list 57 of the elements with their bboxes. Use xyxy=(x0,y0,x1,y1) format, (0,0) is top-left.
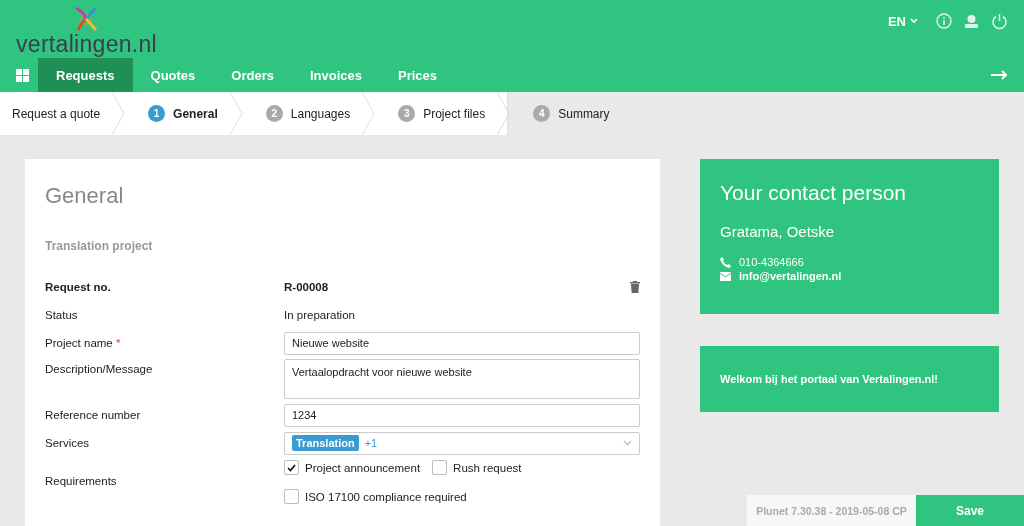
required-mark: * xyxy=(115,337,121,349)
step-number: 2 xyxy=(265,105,283,122)
field-label: Services xyxy=(45,437,91,449)
checkbox[interactable] xyxy=(284,460,299,475)
apps-grid-icon[interactable] xyxy=(15,68,29,82)
services-select[interactable]: Translation +1 xyxy=(284,431,640,455)
service-tag: Translation xyxy=(292,435,359,451)
wizard-step[interactable]: Project files xyxy=(423,106,486,121)
field-label: Project name * xyxy=(45,337,122,349)
step-number: 4 xyxy=(533,105,551,122)
version-label: Plunet 7.30.38 - 2019-05-08 CP xyxy=(747,495,916,526)
trash-icon[interactable] xyxy=(630,281,640,293)
checkbox[interactable] xyxy=(432,460,448,475)
check-icon xyxy=(287,463,296,472)
section-heading: Translation project xyxy=(45,239,154,253)
request-number: R-00008 xyxy=(284,281,329,293)
language-dropdown[interactable]: EN xyxy=(887,13,918,29)
field-label: Reference number xyxy=(45,409,142,421)
nav-tab[interactable]: Prices xyxy=(380,58,456,92)
field-label: Requirements xyxy=(45,474,118,487)
caret-icon xyxy=(910,18,918,24)
contact-email[interactable]: info@vertalingen.nl xyxy=(739,270,842,282)
step-number: 1 xyxy=(148,105,166,122)
breadcrumb-title: Request a quote xyxy=(12,106,101,121)
status-value: In preparation xyxy=(284,309,356,321)
mail-icon xyxy=(720,271,731,281)
input-field[interactable]: 1234 xyxy=(284,403,640,427)
wizard-step[interactable]: General xyxy=(173,106,218,121)
form-title: General xyxy=(45,183,125,209)
nav-tab[interactable]: Quotes xyxy=(132,58,214,92)
nav-tab[interactable]: Invoices xyxy=(291,58,380,92)
info-icon[interactable] xyxy=(936,13,952,29)
text-area[interactable]: Vertaalopdracht voor nieuwe website xyxy=(284,359,640,399)
contact-title: Your contact person xyxy=(720,181,908,205)
checkbox-label: Project announcement xyxy=(305,461,421,474)
wizard-step[interactable]: Summary xyxy=(558,106,610,121)
power-icon[interactable] xyxy=(991,12,1008,30)
checkbox-label: ISO 17100 compliance required xyxy=(305,490,467,503)
field-label: Description/Message xyxy=(45,362,154,375)
wizard-step[interactable]: Languages xyxy=(290,106,351,121)
arrow-right-icon[interactable] xyxy=(991,70,1008,80)
field-label: Request no. xyxy=(45,281,112,293)
nav-tab[interactable]: Orders xyxy=(213,58,292,92)
input-field[interactable]: Nieuwe website xyxy=(284,331,640,355)
save-button[interactable]: Save xyxy=(916,495,1024,526)
field-label: Status xyxy=(45,309,79,321)
checkbox[interactable] xyxy=(284,489,299,504)
contact-name: Gratama, Oetske xyxy=(720,223,836,240)
nav-tab[interactable]: Requests xyxy=(38,58,133,92)
user-icon[interactable] xyxy=(964,14,979,28)
checkbox-label: Rush request xyxy=(453,461,522,474)
more-count: +1 xyxy=(364,437,378,449)
welcome-message: Welkom bij het portaal van Vertalingen.nl! xyxy=(720,373,938,385)
caret-icon xyxy=(623,440,632,446)
contact-phone: 010-4364666 xyxy=(739,256,804,268)
phone-icon xyxy=(720,256,731,268)
step-number: 3 xyxy=(398,105,416,122)
